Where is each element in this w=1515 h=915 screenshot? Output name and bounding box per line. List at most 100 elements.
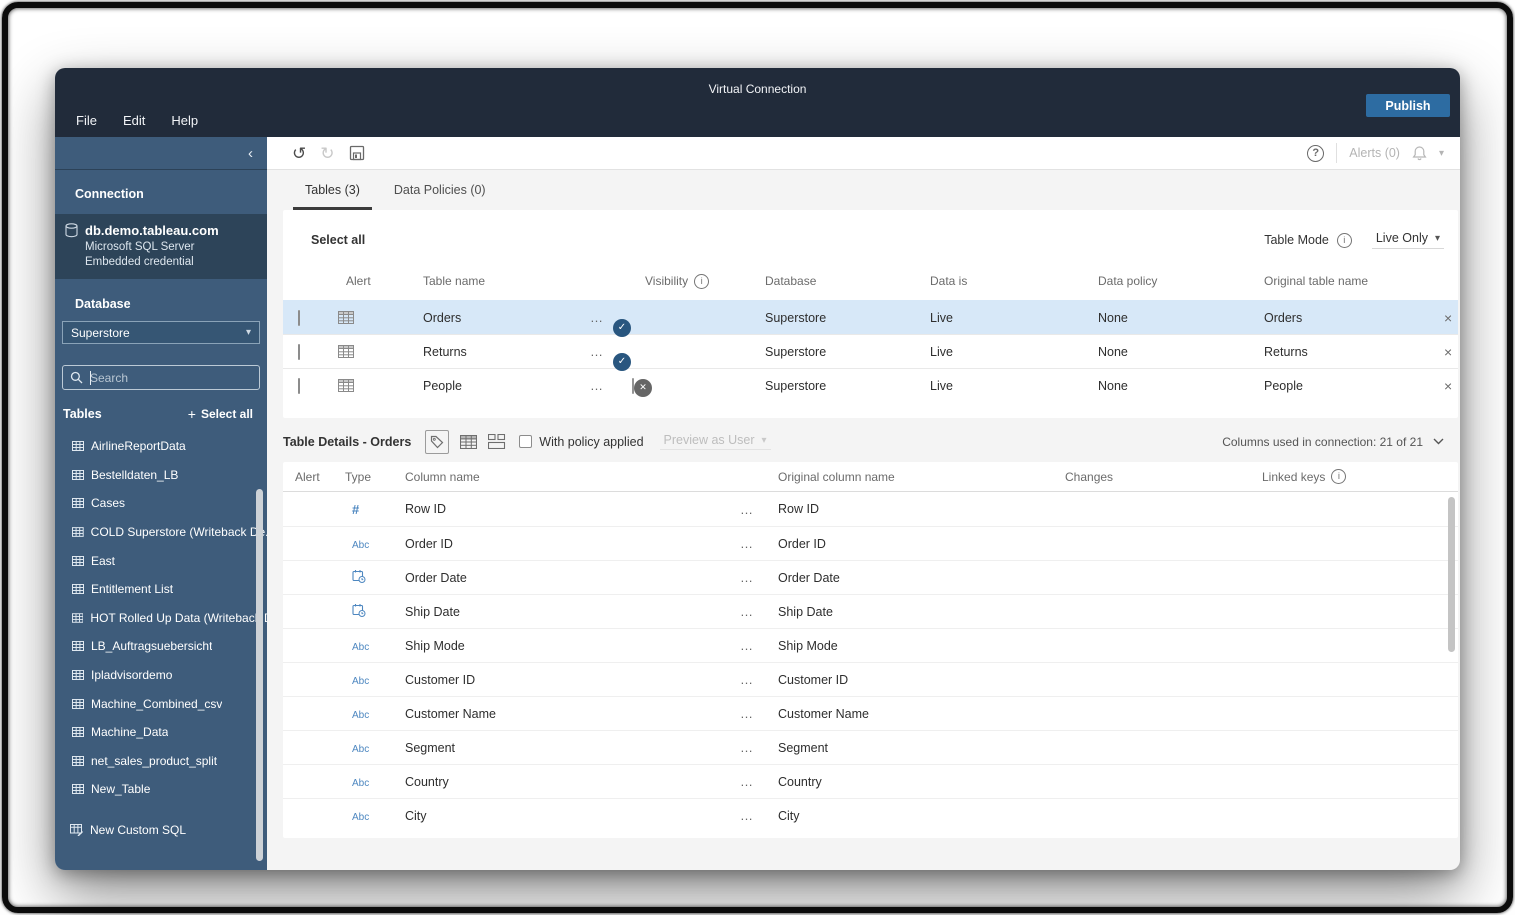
sidebar-table-item[interactable]: East — [55, 546, 267, 575]
original-column-name: Country — [778, 774, 822, 789]
visibility-toggle[interactable]: ✓ ✕ — [632, 377, 652, 397]
table-grid-icon — [72, 441, 84, 452]
publish-button[interactable]: Publish — [1366, 94, 1450, 117]
table-row[interactable]: Returns … ✓ ✕ — [283, 334, 1458, 371]
chevron-down-icon: ▾ — [761, 434, 767, 446]
table-row[interactable]: People … ✓ ✕ — [283, 368, 1458, 402]
toggle-knob: ✓ ✕ — [634, 378, 652, 397]
column-type-icon: # Abc — [345, 569, 405, 586]
sidebar-table-item[interactable]: COLD Superstore (Writeback De.. — [55, 518, 267, 547]
new-custom-sql-button[interactable]: New Custom SQL — [55, 816, 267, 844]
remove-table-icon[interactable]: × — [1432, 378, 1452, 394]
table-view-button[interactable] — [460, 434, 478, 449]
remove-table-icon[interactable]: × — [1432, 344, 1452, 360]
header-column-name: Column name — [405, 469, 480, 484]
row-checkbox[interactable] — [298, 309, 300, 326]
save-icon[interactable] — [349, 145, 365, 161]
table-search-box[interactable] — [62, 365, 260, 390]
connection-card[interactable]: db.demo.tableau.com Microsoft SQL Server… — [55, 214, 267, 279]
cards-view-button[interactable] — [488, 434, 506, 449]
alerts-chevron-icon[interactable]: ▾ — [1439, 148, 1444, 159]
help-icon[interactable]: ? — [1307, 144, 1325, 162]
table-mode-info-icon[interactable]: i — [1336, 232, 1352, 248]
column-type-icon: # Abc — [345, 537, 405, 551]
sidebar-table-item[interactable]: Machine_Combined_csv — [55, 689, 267, 718]
visibility-info-icon[interactable]: i — [694, 273, 710, 289]
sidebar-table-item[interactable]: Cases — [55, 489, 267, 518]
column-row[interactable]: # Abc — [283, 662, 1458, 696]
menu-edit[interactable]: Edit — [123, 113, 145, 128]
select-all-label[interactable]: Select all — [311, 233, 365, 247]
row-menu-icon[interactable]: … — [740, 706, 778, 721]
undo-icon[interactable]: ↺ — [292, 145, 306, 162]
database-select[interactable]: Superstore ▾ — [62, 321, 260, 344]
columns-view-button[interactable] — [425, 429, 450, 454]
header-type: Type — [345, 469, 372, 484]
with-policy-checkbox[interactable] — [519, 435, 533, 448]
column-row[interactable]: # Abc — [283, 526, 1458, 560]
column-row[interactable]: # Abc — [283, 798, 1458, 832]
x-icon: ✕ — [639, 382, 647, 392]
table-row[interactable]: Orders … ✓ ✕ — [283, 300, 1458, 337]
row-menu-icon[interactable]: … — [590, 378, 632, 393]
column-name: Ship Mode — [405, 638, 465, 653]
with-policy-checkbox-group[interactable]: With policy applied — [519, 435, 644, 449]
string-type-icon: Abc — [352, 641, 370, 653]
sidebar-table-item[interactable]: New_Table — [55, 775, 267, 804]
column-row[interactable]: # Abc — [283, 628, 1458, 662]
table-name: Returns — [423, 344, 467, 359]
sidebar-select-all-button[interactable]: + Select all — [188, 406, 253, 422]
tab-tables[interactable]: Tables (3) — [293, 183, 372, 210]
table-mode-select[interactable]: Live Only ▾ — [1371, 231, 1444, 249]
columns-used-control[interactable]: Columns used in connection: 21 of 21 — [1222, 435, 1444, 449]
sidebar-table-item[interactable]: Entitlement List — [55, 575, 267, 604]
header-database: Database — [765, 274, 817, 288]
row-menu-icon[interactable]: … — [740, 536, 778, 551]
bell-icon[interactable] — [1412, 145, 1427, 161]
header-data-is: Data is — [930, 274, 968, 288]
sidebar-table-item[interactable]: Machine_Data — [55, 718, 267, 747]
table-database: Superstore — [765, 310, 827, 325]
text-cursor — [90, 371, 91, 385]
column-row[interactable]: # Abc — [283, 764, 1458, 798]
row-menu-icon[interactable]: … — [740, 638, 778, 653]
menu-help[interactable]: Help — [171, 113, 198, 128]
linked-keys-info-icon[interactable]: i — [1331, 469, 1347, 484]
sidebar-table-item[interactable]: AirlineReportData — [55, 432, 267, 461]
search-input[interactable] — [90, 370, 240, 385]
sidebar-scrollbar[interactable] — [256, 489, 263, 861]
details-scrollbar[interactable] — [1448, 497, 1455, 652]
row-menu-icon[interactable]: … — [740, 502, 778, 517]
column-name: City — [405, 808, 427, 823]
row-menu-icon[interactable]: … — [740, 672, 778, 687]
string-type-icon: Abc — [352, 811, 370, 823]
row-menu-icon[interactable]: … — [740, 604, 778, 619]
row-menu-icon[interactable]: … — [740, 570, 778, 585]
column-row[interactable]: # Abc — [283, 492, 1458, 526]
sidebar-table-item[interactable]: Bestelldaten_LB — [55, 461, 267, 490]
column-row[interactable]: # Abc — [283, 696, 1458, 730]
sidebar-table-item[interactable]: HOT Rolled Up Data (Writeback D. — [55, 604, 267, 633]
main-content: Tables (3) Data Policies (0) Select all … — [267, 170, 1460, 870]
alerts-button[interactable]: Alerts (0) — [1349, 146, 1400, 160]
table-data-policy: None — [1098, 378, 1128, 393]
row-menu-icon[interactable]: … — [740, 740, 778, 755]
table-details-bar: Table Details - Orders With policy appli… — [283, 425, 1458, 458]
row-menu-icon[interactable]: … — [740, 774, 778, 789]
column-row[interactable]: # Abc — [283, 594, 1458, 628]
column-row[interactable]: # Abc — [283, 730, 1458, 764]
row-menu-icon[interactable]: … — [740, 808, 778, 823]
row-checkbox[interactable] — [298, 377, 300, 394]
remove-table-icon[interactable]: × — [1432, 310, 1452, 326]
menu-file[interactable]: File — [76, 113, 97, 128]
row-checkbox[interactable] — [298, 343, 300, 360]
column-row[interactable]: # Abc — [283, 560, 1458, 594]
column-name: Segment — [405, 740, 456, 755]
header-changes: Changes — [1065, 469, 1114, 484]
tab-data-policies[interactable]: Data Policies (0) — [382, 183, 498, 210]
sidebar-table-label: net_sales_product_split — [91, 753, 218, 768]
sidebar-table-item[interactable]: Ipladvisordemo — [55, 661, 267, 690]
collapse-sidebar-icon[interactable]: ‹ — [248, 146, 253, 161]
sidebar-table-item[interactable]: net_sales_product_split — [55, 747, 267, 776]
sidebar-table-item[interactable]: LB_Auftragsuebersicht — [55, 632, 267, 661]
